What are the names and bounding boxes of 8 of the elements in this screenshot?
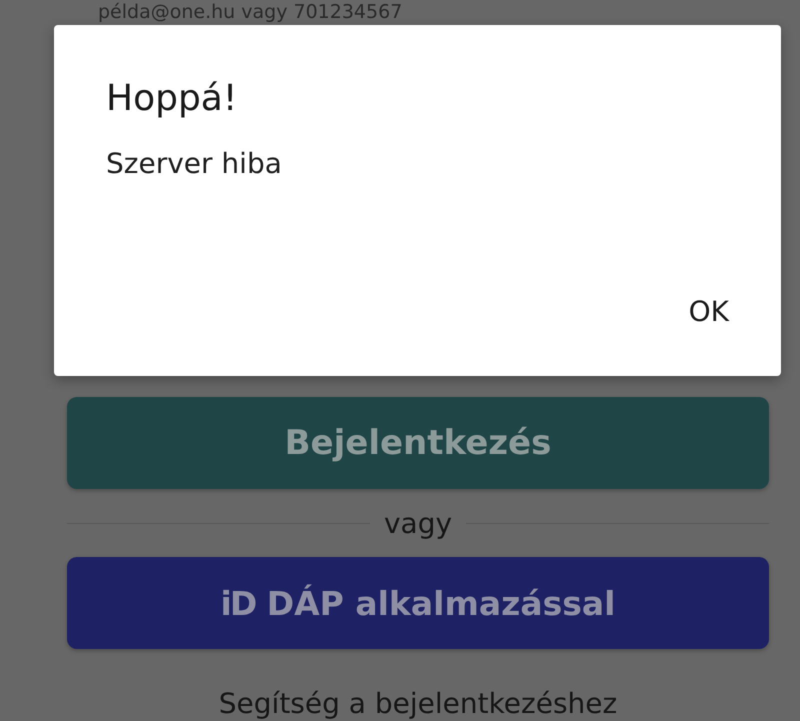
divider-label: vagy [384,506,452,540]
dialog-message: Szerver hiba [106,147,283,180]
dialog-title: Hoppá! [106,77,238,121]
ok-button[interactable]: OK [674,291,743,332]
dap-login-button[interactable]: iD DÁP alkalmazással [67,557,769,649]
login-button[interactable]: Bejelentkezés [67,397,769,489]
help-link[interactable]: Segítség a bejelentkezéshez [67,687,769,720]
login-hint: példa@one.hu vagy 701234567 [98,0,402,24]
